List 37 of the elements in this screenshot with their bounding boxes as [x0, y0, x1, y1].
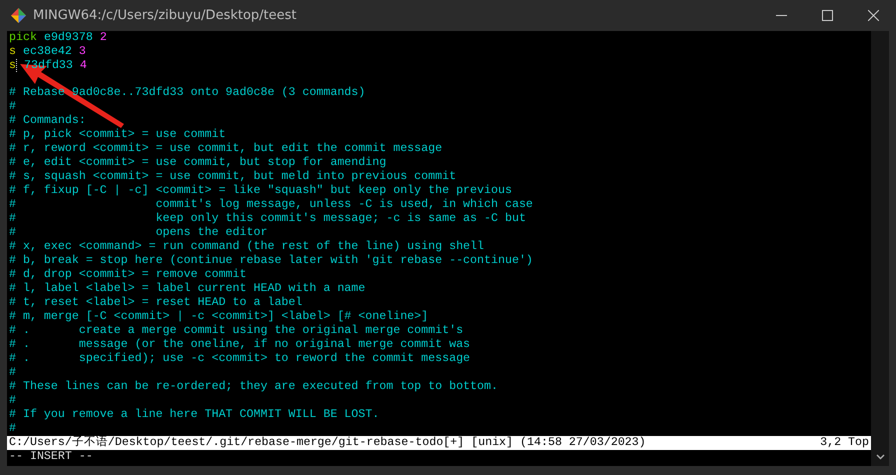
comment-line: # — [8, 100, 17, 114]
cursor-position: 3,2 Top — [820, 436, 869, 450]
todo-line: s 73dfd33 4 — [8, 59, 88, 73]
scroll-down-icon[interactable] — [876, 454, 884, 460]
comment-line: # l, label <label> = label current HEAD with a name — [8, 282, 366, 296]
close-icon — [868, 10, 878, 21]
todo-line: pick e9d9378 2 — [8, 31, 108, 45]
comment-line: # — [8, 422, 17, 436]
window-title: MINGW64:/c/Users/zibuyu/Desktop/teest — [33, 8, 298, 23]
comment-line: # commit's log message, unless -C is used, in which case — [8, 198, 534, 212]
comment-line: # These lines can be re-ordered; they are executed from top to bottom. — [8, 380, 499, 394]
mode-indicator: -- INSERT -- — [8, 450, 94, 464]
comment-line: # . specified); use -c <commit> to reword the commit message — [8, 352, 472, 366]
comment-line: # t, reset <label> = reset HEAD to a label — [8, 296, 304, 310]
comment-line: # — [8, 366, 17, 380]
maximize-icon — [822, 10, 832, 21]
comment-line: # m, merge [-C <commit> | -c <commit>] <label> [# <oneline>] — [8, 310, 430, 324]
comment-line: # . create a merge commit using the original merge commit's — [8, 324, 464, 338]
comment-line: # keep only this commit's message; -c is same as -C but — [8, 212, 527, 226]
comment-line: # . message (or the oneline, if no original merge commit was — [8, 338, 472, 352]
comment-line: # d, drop <commit> = remove commit — [8, 268, 248, 282]
comment-line: # r, reword <commit> = use commit, but edit the commit message — [8, 142, 444, 156]
todo-line: s ec38e42 3 — [8, 45, 87, 59]
comment-line: # b, break = stop here (continue rebase later with 'git rebase --continue') — [8, 254, 534, 268]
comment-line: # p, pick <commit> = use commit — [8, 128, 227, 142]
file-status: C:/Users/子不语/Desktop/teest/.git/rebase-merge/git-rebase-todo[+] [unix] (14:58 27/03/2023) — [9, 436, 646, 450]
app-icon — [11, 8, 26, 23]
comment-line: # Commands: — [8, 114, 87, 128]
comment-line: # f, fixup [-C | -c] <commit> = like "squash" but keep only the previous — [8, 184, 513, 198]
comment-line: # s, squash <commit> = use commit, but meld into previous commit — [8, 170, 458, 184]
comment-line: # If you remove a line here THAT COMMIT WILL BE LOST. — [8, 408, 380, 422]
comment-line: # e, edit <commit> = use commit, but stop for amending — [8, 156, 388, 170]
scrollbar[interactable] — [871, 31, 889, 466]
comment-line: # Rebase 9ad0c8e..73dfd33 onto 9ad0c8e (3 commands) — [8, 86, 366, 100]
comment-line: # opens the editor — [8, 226, 268, 240]
comment-line: # x, exec <command> = run command (the rest of the line) using shell — [8, 240, 486, 254]
comment-line: # — [8, 394, 17, 408]
